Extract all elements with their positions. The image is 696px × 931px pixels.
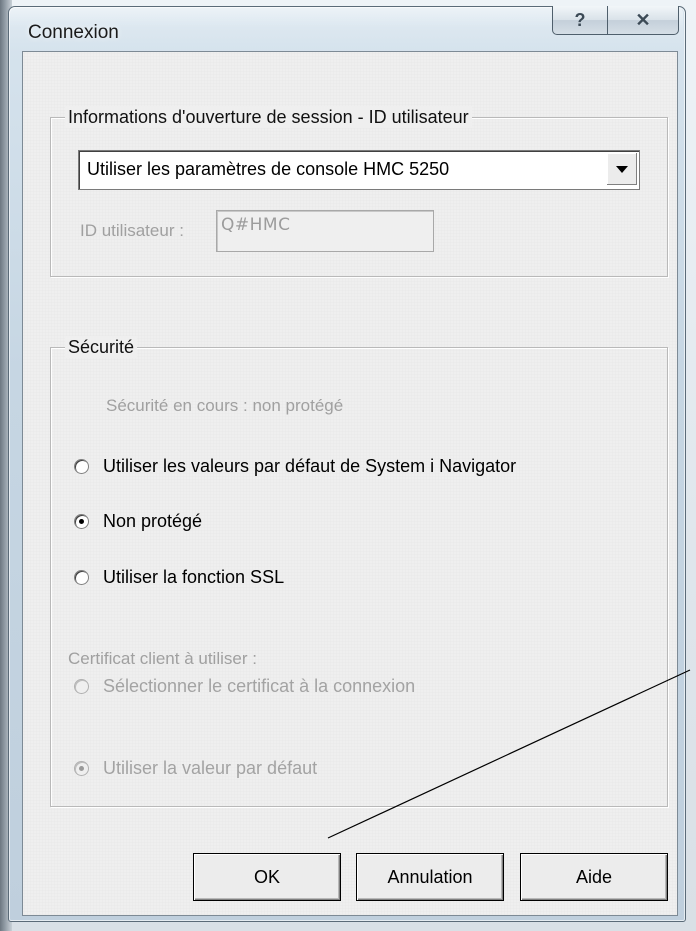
annotation-pointer-line — [327, 669, 691, 839]
